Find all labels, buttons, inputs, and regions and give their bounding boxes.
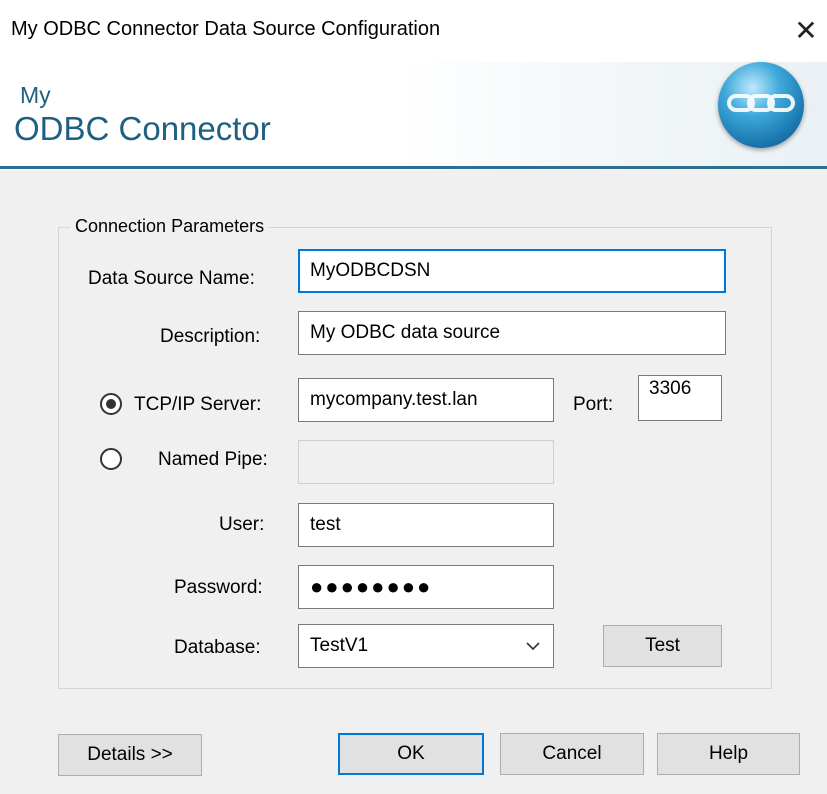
dsn-label: Data Source Name: (88, 268, 255, 289)
user-label: User: (219, 514, 265, 535)
database-label: Database: (174, 637, 261, 658)
test-button[interactable]: Test (603, 625, 722, 667)
cancel-button[interactable]: Cancel (500, 733, 644, 775)
named-pipe-field (298, 440, 554, 484)
chain-link-orb-icon (718, 62, 804, 148)
group-title: Connection Parameters (70, 216, 270, 237)
title-bar: My ODBC Connector Data Source Configurat… (0, 0, 827, 62)
ok-button[interactable]: OK (338, 733, 484, 775)
named-pipe-radio[interactable] (100, 448, 122, 470)
logo-text-my: My (20, 82, 51, 108)
help-button[interactable]: Help (657, 733, 800, 775)
password-label: Password: (174, 577, 263, 598)
tcp-ip-label: TCP/IP Server: (134, 394, 262, 415)
chevron-down-icon[interactable] (525, 625, 541, 667)
chain-link-icon (727, 94, 795, 112)
port-field[interactable]: 3306 (638, 375, 722, 421)
close-icon[interactable]: ✕ (788, 11, 824, 51)
user-field[interactable]: test (298, 503, 554, 547)
tcp-ip-radio[interactable] (100, 393, 122, 415)
details-button[interactable]: Details >> (58, 734, 202, 776)
database-selected-value: TestV1 (310, 635, 369, 656)
radio-selected-dot (106, 399, 116, 409)
port-label: Port: (573, 394, 614, 415)
window-title: My ODBC Connector Data Source Configurat… (11, 18, 441, 40)
description-field[interactable]: My ODBC data source (298, 311, 726, 355)
dsn-field[interactable]: MyODBCDSN (298, 249, 726, 293)
logo-text-odbc-connector: ODBC Connector (14, 110, 271, 147)
banner-divider (0, 166, 827, 169)
password-field[interactable]: ●●●●●●●● (298, 565, 554, 609)
description-label: Description: (160, 326, 261, 347)
named-pipe-label: Named Pipe: (158, 449, 268, 470)
database-select[interactable]: TestV1 (298, 624, 554, 668)
tcp-ip-server-field[interactable]: mycompany.test.lan (298, 378, 554, 422)
